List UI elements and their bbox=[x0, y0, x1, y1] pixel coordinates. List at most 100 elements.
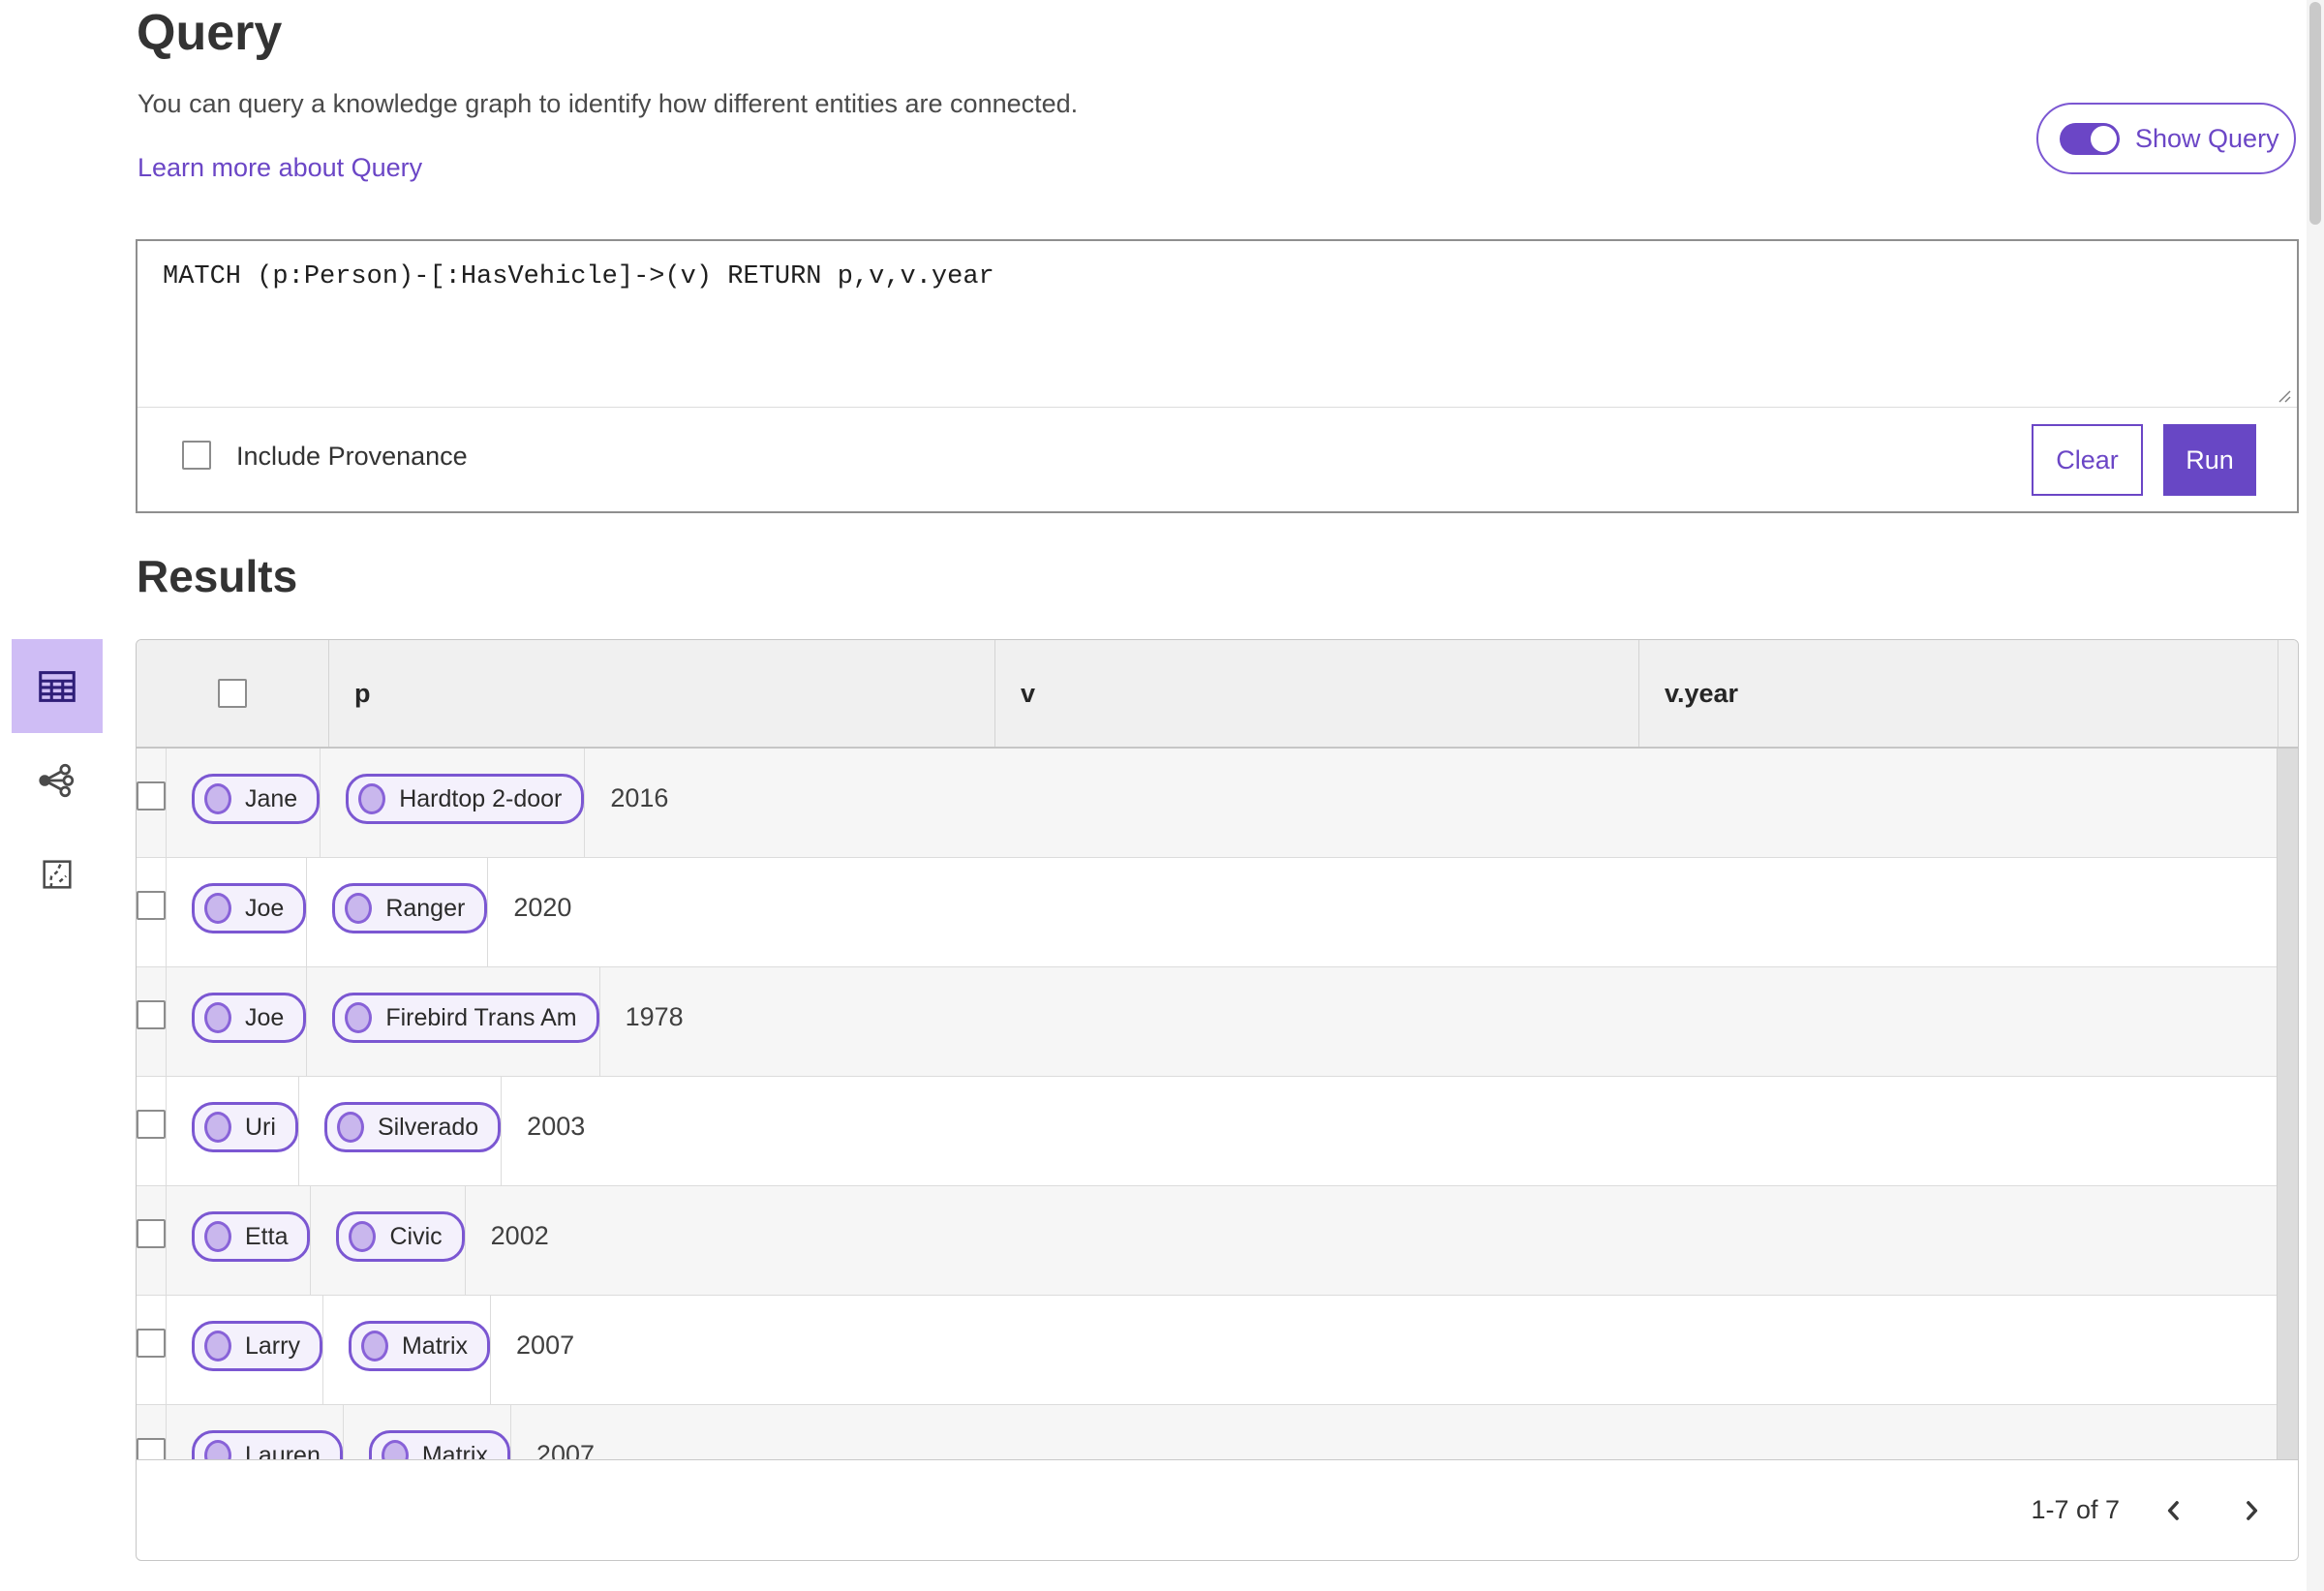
row-checkbox[interactable] bbox=[137, 1438, 166, 1459]
year-value: 2007 bbox=[535, 1440, 595, 1459]
select-all-checkbox[interactable] bbox=[218, 679, 247, 708]
cell-p: Lauren bbox=[166, 1405, 343, 1459]
cell-p: Uri bbox=[166, 1077, 298, 1185]
network-graph-icon bbox=[39, 763, 75, 797]
entity-pill[interactable]: Uri bbox=[192, 1102, 298, 1152]
cell-vyear: 2002 bbox=[464, 1186, 549, 1295]
header-scrollbar-stub bbox=[2278, 640, 2298, 747]
toggle-knob bbox=[2091, 125, 2117, 152]
include-provenance-checkbox[interactable] bbox=[182, 441, 211, 470]
previous-page-button[interactable] bbox=[2151, 1487, 2197, 1534]
table-body: Jane Hardtop 2-door 2016 Joe Ranger 2020 Joe Fi… bbox=[137, 749, 2278, 1459]
row-checkbox[interactable] bbox=[137, 1329, 166, 1358]
cell-v: Firebird Trans Am bbox=[306, 967, 599, 1076]
entity-label: Lauren bbox=[245, 1441, 321, 1460]
node-circle-icon bbox=[204, 783, 231, 814]
row-checkbox-cell bbox=[137, 1405, 166, 1459]
cell-v: Matrix bbox=[342, 1405, 510, 1460]
pagination-bar: 1-7 of 7 bbox=[137, 1459, 2298, 1560]
row-checkbox-cell bbox=[137, 1296, 166, 1404]
entity-label: Joe bbox=[245, 1003, 285, 1031]
entity-pill[interactable]: Civic bbox=[336, 1211, 465, 1262]
cell-v: Hardtop 2-door bbox=[320, 749, 585, 857]
entity-pill[interactable]: Hardtop 2-door bbox=[346, 774, 585, 824]
cell-vyear: 2007 bbox=[490, 1296, 574, 1404]
row-checkbox[interactable] bbox=[137, 1219, 166, 1248]
cell-v: Matrix bbox=[321, 1296, 491, 1404]
entity-pill[interactable]: Joe bbox=[192, 993, 307, 1043]
node-circle-icon bbox=[204, 1331, 231, 1362]
browser-scrollbar[interactable] bbox=[2307, 0, 2324, 1591]
table-row: Lauren Matrix 2007 bbox=[137, 1405, 2278, 1459]
toggle-on-icon[interactable] bbox=[2060, 122, 2120, 155]
show-query-toggle-button[interactable]: Show Query bbox=[2036, 103, 2296, 174]
row-checkbox-cell bbox=[137, 1186, 166, 1295]
column-header-vyear: v.year bbox=[1638, 640, 2278, 747]
table-scrollbar[interactable] bbox=[2277, 749, 2298, 1459]
row-checkbox[interactable] bbox=[137, 1110, 166, 1139]
column-header-v: v bbox=[994, 640, 1638, 747]
query-description: You can query a knowledge graph to ident… bbox=[138, 89, 1079, 118]
table-row: Jane Hardtop 2-door 2016 bbox=[137, 749, 2278, 858]
browser-scrollbar-thumb[interactable] bbox=[2309, 2, 2321, 225]
table-row: Uri Silverado 2003 bbox=[137, 1077, 2278, 1186]
entity-pill[interactable]: Larry bbox=[192, 1321, 322, 1371]
map-view-button[interactable] bbox=[12, 827, 103, 921]
map-route-icon bbox=[43, 859, 72, 889]
entity-pill[interactable]: Jane bbox=[192, 774, 321, 824]
entity-label: Ranger bbox=[385, 894, 466, 922]
node-circle-icon bbox=[204, 1221, 231, 1252]
entity-pill[interactable]: Lauren bbox=[192, 1430, 343, 1459]
entity-pill[interactable]: Joe bbox=[192, 883, 307, 933]
row-checkbox[interactable] bbox=[137, 891, 166, 920]
year-value: 2016 bbox=[610, 783, 669, 812]
entity-label: Firebird Trans Am bbox=[385, 1003, 577, 1031]
next-page-button[interactable] bbox=[2228, 1487, 2275, 1534]
node-circle-icon bbox=[345, 1002, 373, 1033]
row-checkbox-cell bbox=[137, 858, 166, 966]
node-circle-icon bbox=[345, 893, 373, 924]
chevron-right-icon bbox=[2247, 1500, 2258, 1520]
cell-v: Civic bbox=[310, 1186, 465, 1295]
graph-view-button[interactable] bbox=[12, 733, 103, 827]
query-textarea-wrapper: MATCH (p:Person)-[:HasVehicle]->(v) RETU… bbox=[138, 241, 2297, 408]
year-value: 2020 bbox=[513, 893, 572, 922]
resize-grip-icon[interactable] bbox=[2272, 383, 2293, 405]
cell-p: Joe bbox=[166, 967, 307, 1076]
table-header-row: p v v.year bbox=[137, 640, 2298, 749]
entity-label: Hardtop 2-door bbox=[399, 784, 563, 812]
cell-vyear: 2016 bbox=[584, 749, 668, 857]
table-icon bbox=[39, 670, 76, 702]
entity-label: Joe bbox=[245, 894, 285, 922]
clear-button[interactable]: Clear bbox=[2032, 424, 2143, 496]
row-checkbox-cell bbox=[137, 1077, 166, 1185]
row-checkbox-cell bbox=[137, 967, 166, 1076]
entity-pill[interactable]: Matrix bbox=[348, 1321, 491, 1371]
entity-label: Uri bbox=[245, 1113, 276, 1141]
learn-more-link[interactable]: Learn more about Query bbox=[138, 153, 422, 183]
entity-pill[interactable]: Etta bbox=[192, 1211, 311, 1262]
year-value: 2003 bbox=[527, 1112, 586, 1141]
node-circle-icon bbox=[349, 1221, 377, 1252]
table-row: Etta Civic 2002 bbox=[137, 1186, 2278, 1296]
run-button[interactable]: Run bbox=[2163, 424, 2256, 496]
results-table: p v v.year Jane Hardtop 2-door 2016 Joe Rang… bbox=[136, 639, 2299, 1561]
entity-pill[interactable]: Matrix bbox=[368, 1430, 510, 1460]
entity-pill[interactable]: Ranger bbox=[332, 883, 488, 933]
cell-v: Ranger bbox=[306, 858, 488, 966]
chevron-left-icon bbox=[2167, 1500, 2179, 1520]
entity-label: Matrix bbox=[401, 1331, 469, 1360]
row-checkbox[interactable] bbox=[137, 781, 166, 811]
node-circle-icon bbox=[204, 1002, 231, 1033]
cell-p: Jane bbox=[166, 749, 321, 857]
query-input[interactable]: MATCH (p:Person)-[:HasVehicle]->(v) RETU… bbox=[138, 241, 2297, 407]
table-view-button[interactable] bbox=[12, 639, 103, 733]
cell-p: Larry bbox=[166, 1296, 322, 1404]
cell-p: Etta bbox=[166, 1186, 311, 1295]
row-checkbox[interactable] bbox=[137, 1000, 166, 1029]
entity-pill[interactable]: Firebird Trans Am bbox=[332, 993, 599, 1043]
entity-label: Matrix bbox=[421, 1441, 488, 1460]
node-circle-icon bbox=[381, 1440, 409, 1459]
knowledge-graph-query-page: Query You can query a knowledge graph to… bbox=[0, 0, 2324, 1591]
entity-pill[interactable]: Silverado bbox=[323, 1102, 502, 1152]
